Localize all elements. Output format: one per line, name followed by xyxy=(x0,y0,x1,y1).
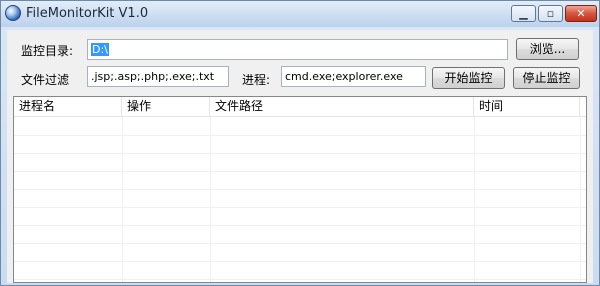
window-title: FileMonitorKit V1.0 xyxy=(26,6,149,21)
column-header-filepath[interactable]: 文件路径 xyxy=(210,97,474,117)
directory-value: D:\ xyxy=(91,43,109,56)
minimize-button[interactable]: ▁ xyxy=(511,5,536,22)
close-icon: ✕ xyxy=(576,7,586,20)
column-header-process[interactable]: 进程名 xyxy=(14,97,122,117)
column-header-time[interactable]: 时间 xyxy=(474,97,580,117)
maximize-button[interactable]: ▫ xyxy=(538,5,563,22)
process-label: 进程: xyxy=(242,73,271,87)
grid-line xyxy=(14,243,586,244)
directory-input[interactable]: D:\ xyxy=(87,39,508,60)
stop-monitor-button[interactable]: 停止监控 xyxy=(513,67,580,89)
grid-line xyxy=(14,207,586,208)
filter-input[interactable]: .jsp;.asp;.php;.exe;.txt xyxy=(87,66,229,87)
event-list[interactable]: 进程名 操作 文件路径 时间 xyxy=(13,96,587,283)
close-button[interactable]: ✕ xyxy=(565,5,597,22)
grid-line xyxy=(14,189,586,190)
title-bar[interactable]: FileMonitorKit V1.0 ▁ ▫ ✕ xyxy=(1,1,599,27)
directory-label: 监控目录: xyxy=(21,44,74,58)
filter-label: 文件过滤 xyxy=(21,73,70,87)
grid-line xyxy=(14,279,586,280)
start-monitor-button[interactable]: 开始监控 xyxy=(432,67,505,89)
grid-line xyxy=(14,135,586,136)
list-header: 进程名 操作 文件路径 时间 xyxy=(14,97,586,117)
grid-line xyxy=(14,225,586,226)
minimize-icon: ▁ xyxy=(519,7,528,20)
app-window: FileMonitorKit V1.0 ▁ ▫ ✕ 监控目录: D:\ 浏览..… xyxy=(0,0,600,286)
app-globe-icon xyxy=(5,5,21,21)
process-input[interactable]: cmd.exe;explorer.exe xyxy=(281,66,426,87)
grid-line xyxy=(122,117,123,282)
browse-button[interactable]: 浏览... xyxy=(516,38,579,60)
grid-line xyxy=(14,171,586,172)
grid-line xyxy=(210,117,211,282)
maximize-icon: ▫ xyxy=(546,7,555,20)
grid-line xyxy=(580,117,581,282)
client-area: 监控目录: D:\ 浏览... 文件过滤 .jsp;.asp;.php;.exe… xyxy=(7,30,593,283)
grid-line xyxy=(474,117,475,282)
column-header-operation[interactable]: 操作 xyxy=(122,97,210,117)
grid-line xyxy=(14,153,586,154)
grid-line xyxy=(14,261,586,262)
